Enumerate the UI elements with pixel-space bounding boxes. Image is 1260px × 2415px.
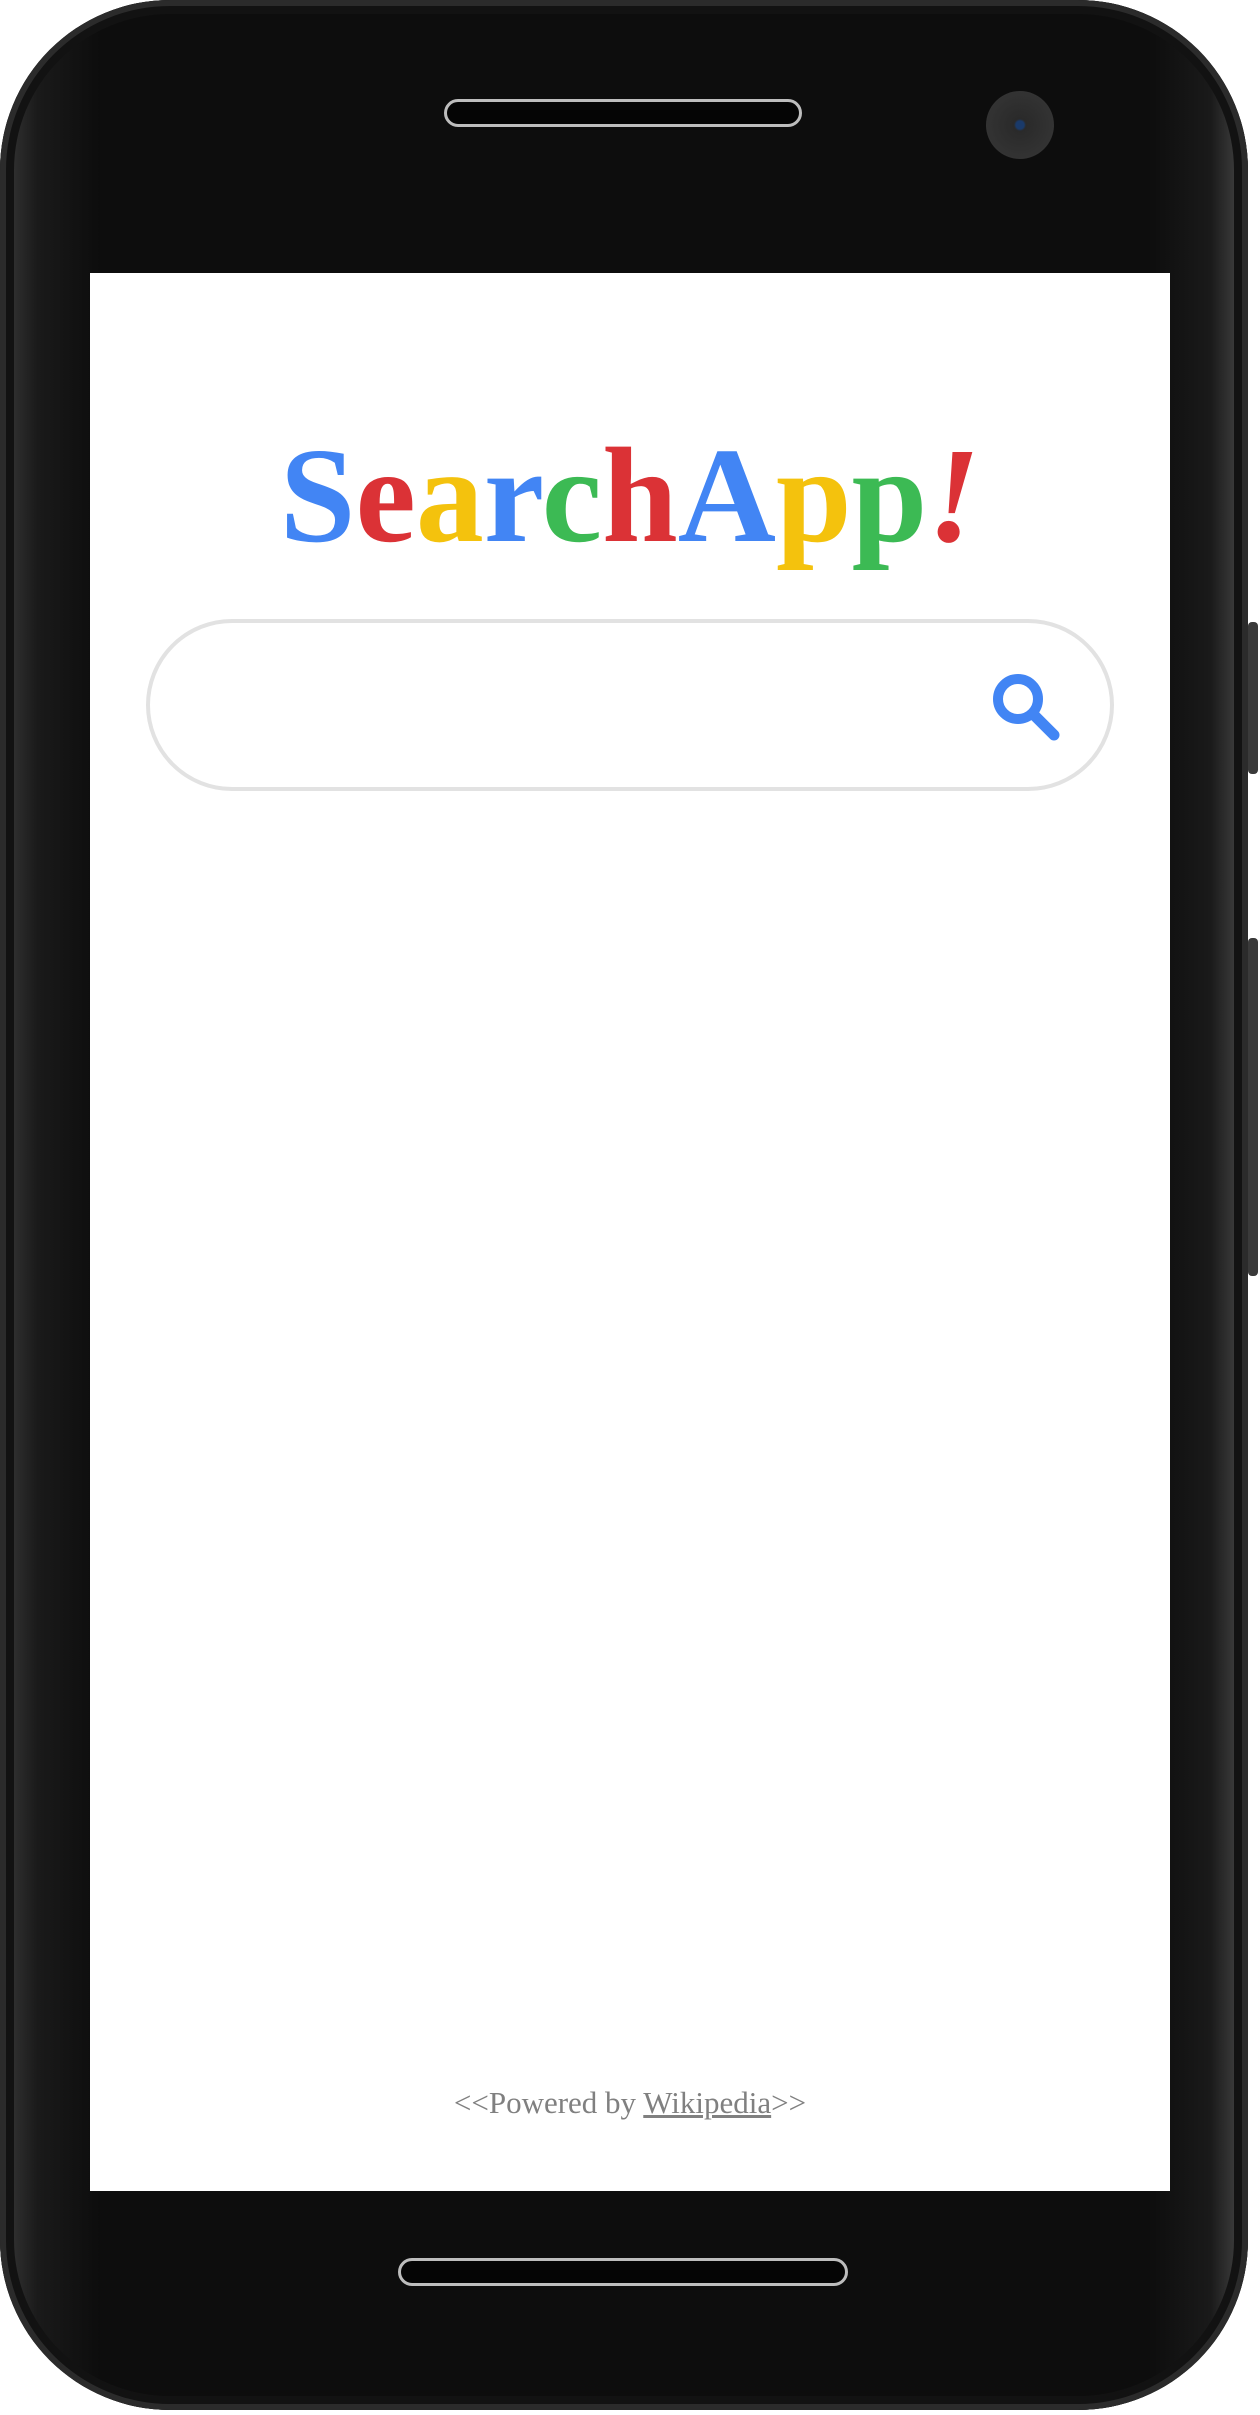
footer-prefix: <<Powered by (453, 2085, 644, 2120)
volume-button (1248, 622, 1258, 774)
logo-letter: h (602, 421, 678, 571)
search-button[interactable] (988, 669, 1064, 745)
footer-credit: <<Powered by Wikipedia>> (90, 2085, 1170, 2121)
wikipedia-link[interactable]: Wikipedia (643, 2085, 771, 2120)
search-input[interactable] (200, 623, 964, 789)
logo-letter: p (851, 421, 928, 571)
app-screen: SearchApp! <<Powered by Wikipedia>> (90, 273, 1170, 2191)
logo-letter: r (483, 421, 542, 571)
logo-letter: ! (927, 421, 981, 571)
logo-letter: e (355, 421, 416, 571)
logo-letter: p (775, 421, 852, 571)
search-bar (146, 619, 1114, 791)
app-logo: SearchApp! (90, 428, 1170, 564)
front-camera (986, 91, 1054, 159)
logo-letter: A (677, 421, 776, 571)
search-icon (993, 674, 1060, 741)
power-button (1248, 938, 1258, 1276)
phone-frame: SearchApp! <<Powered by Wikipedia>> (0, 0, 1248, 2410)
logo-letter: c (541, 421, 603, 571)
logo-letter: S (279, 421, 356, 571)
logo-letter: a (415, 421, 484, 571)
bottom-speaker (398, 2258, 848, 2286)
footer-suffix: >> (771, 2085, 807, 2120)
earpiece-speaker (444, 99, 802, 127)
